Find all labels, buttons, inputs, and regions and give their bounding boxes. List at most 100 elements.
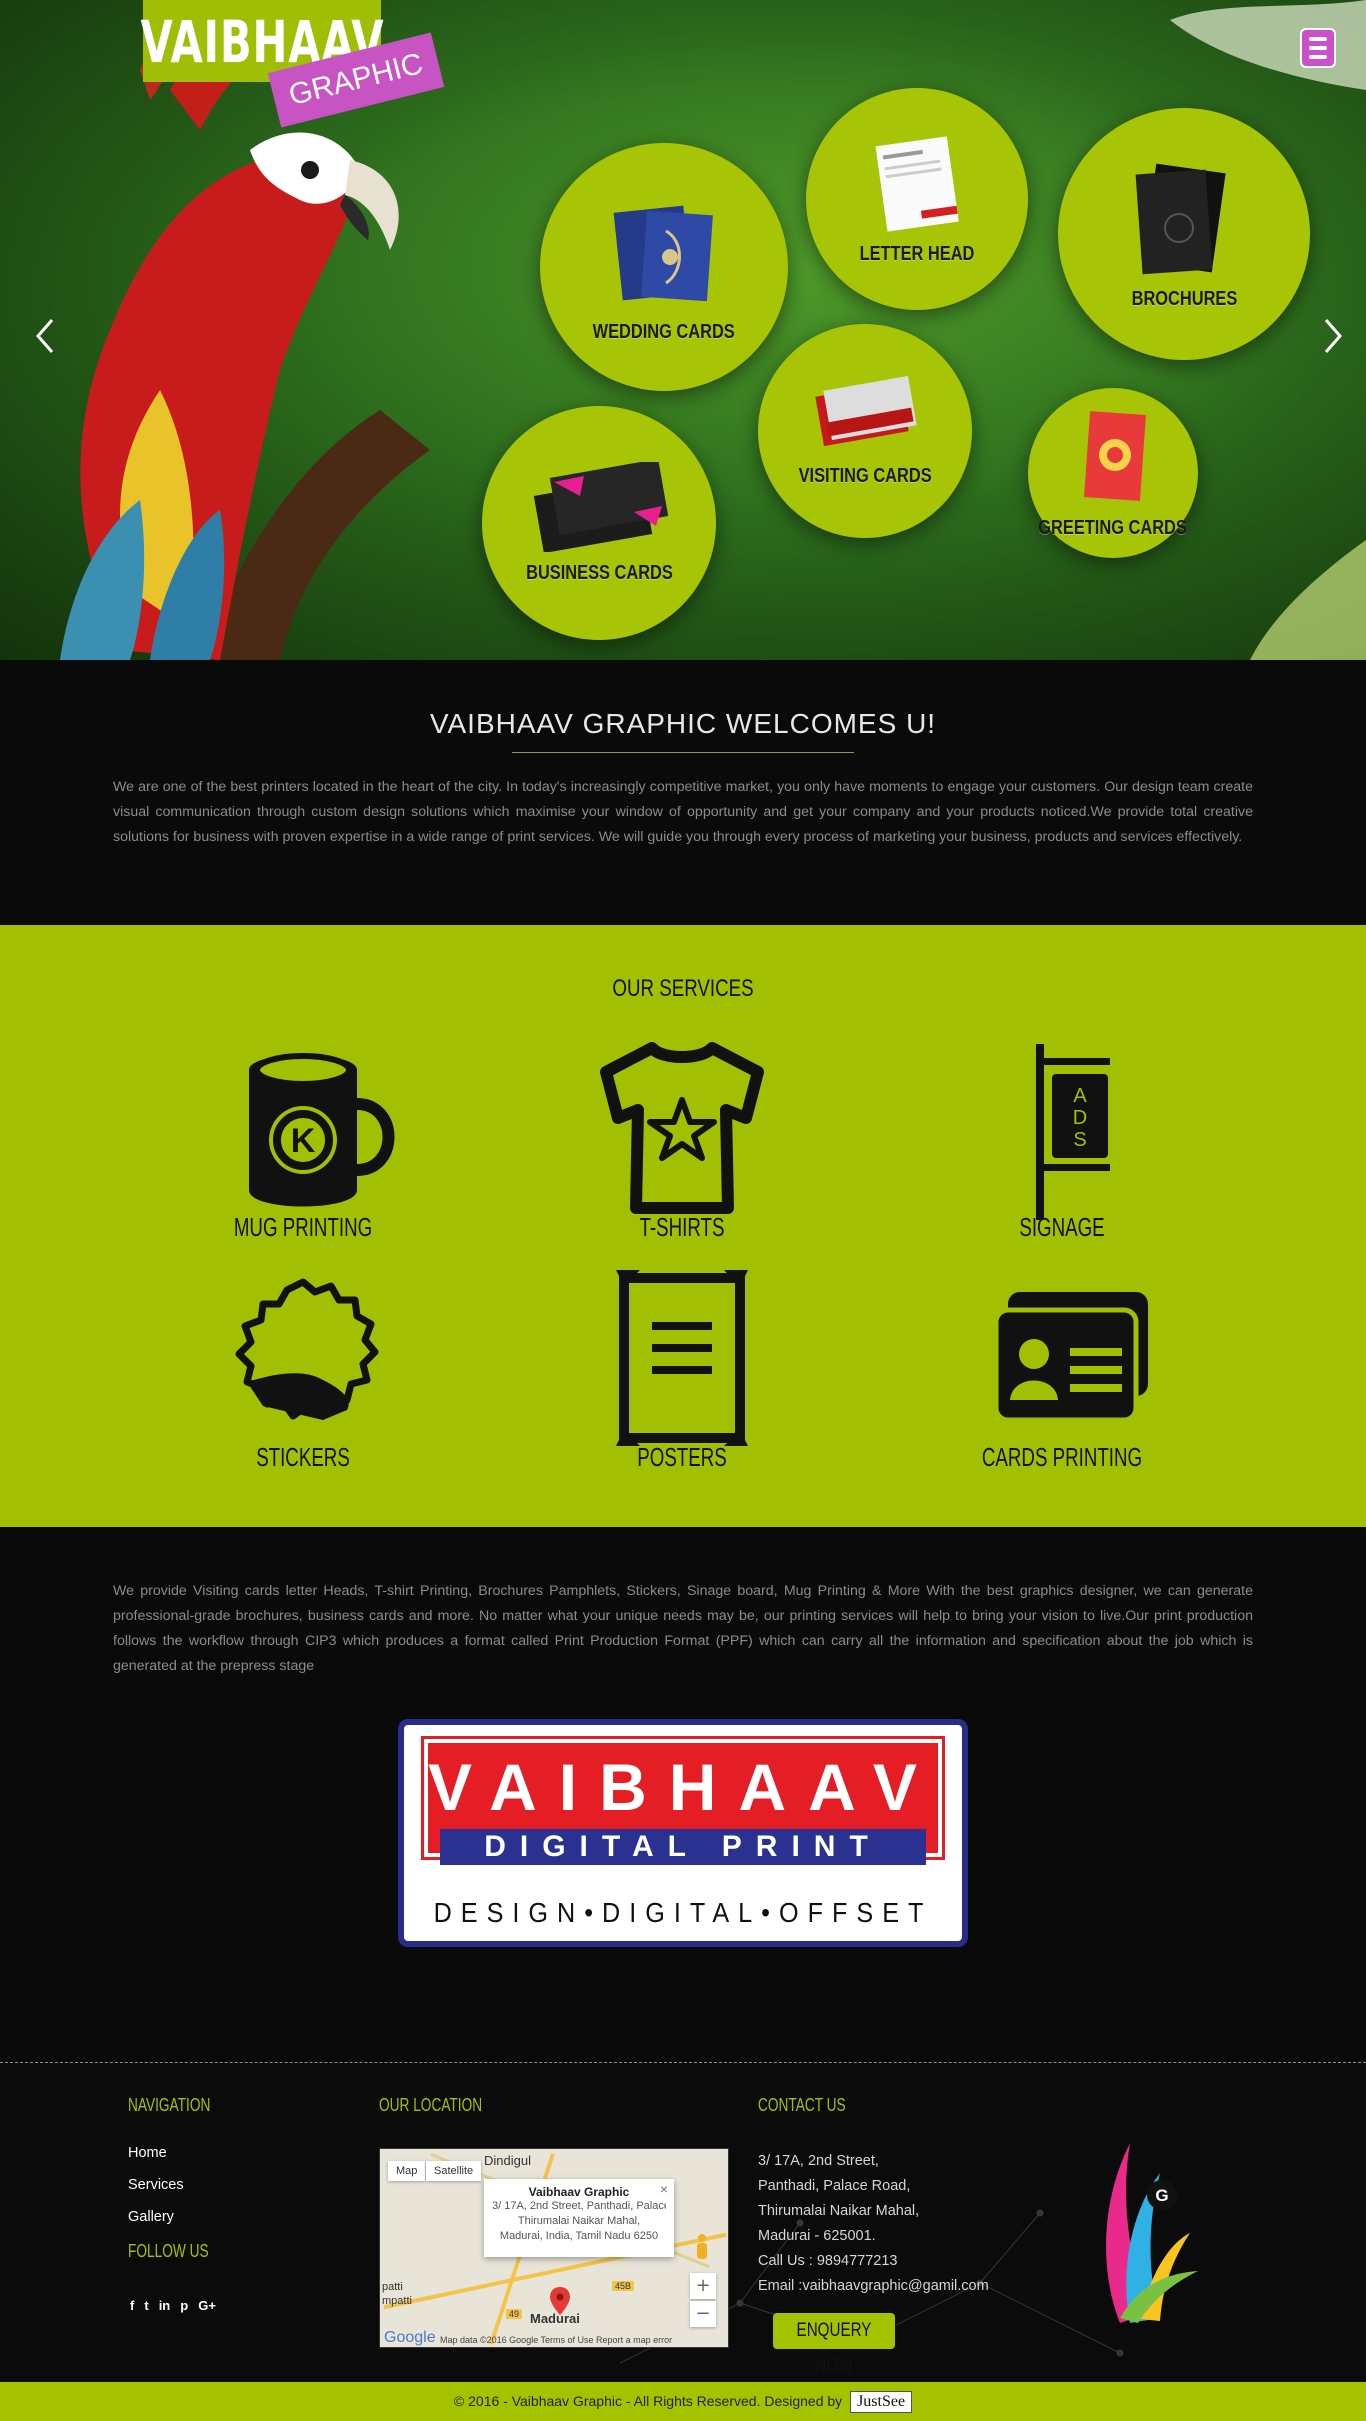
g-logo-letter: G xyxy=(1155,2186,1168,2205)
contact-line: Thirumalai Naikar Mahal, xyxy=(758,2203,920,2219)
map-place-address: Madurai, India, Tamil Nadu 6250 xyxy=(499,2230,659,2242)
facebook-icon[interactable]: f xyxy=(130,2298,134,2313)
map-town: patti xyxy=(382,2281,403,2293)
sign-letter-d: D xyxy=(1073,1107,1087,1129)
sticker-icon xyxy=(235,1278,379,1420)
map-town: mpatti xyxy=(382,2295,412,2307)
g-feather-logo: G xyxy=(1106,2143,1198,2323)
service-cards-printing[interactable]: CARDS PRINTING xyxy=(932,1270,1192,1473)
wedding-card-image xyxy=(613,205,713,301)
id-card-icon xyxy=(993,1292,1148,1423)
google-logo: Google xyxy=(384,2329,436,2346)
contact-phone: Call Us : 9894777213 xyxy=(758,2253,898,2269)
page: VAIBHAAV GRAPHIC WEDDING CARDS LETTER HE… xyxy=(0,0,1366,2421)
social-links: f t in p G+ xyxy=(130,2298,216,2313)
contact-title: CONTACT US xyxy=(758,2095,846,2115)
justsee-designer-link[interactable]: JustSee xyxy=(850,2391,913,2414)
map-zoom-out-button[interactable]: − xyxy=(690,2301,716,2327)
brochure-image xyxy=(1135,163,1226,274)
welcome-text: We are one of the best printers located … xyxy=(113,779,1253,845)
copyright-bar: © 2016 - Vaibhaav Graphic - All Rights R… xyxy=(0,2382,1366,2421)
service-mug-printing[interactable]: K MUG PRINTING xyxy=(173,1040,433,1243)
service-tshirts[interactable]: T-SHIRTS xyxy=(552,1040,812,1243)
map-tab-map[interactable]: Map xyxy=(388,2161,426,2181)
close-icon[interactable]: × xyxy=(660,2181,668,2197)
signage-icon: A D S xyxy=(1036,1044,1110,1220)
map-road-49: 49 xyxy=(506,2309,523,2319)
circle-greeting-cards[interactable]: GREETING CARDS xyxy=(1028,388,1198,558)
service-posters[interactable]: POSTERS xyxy=(552,1270,812,1473)
circle-label: BUSINESS CARDS xyxy=(525,561,673,584)
service-label: CARDS PRINTING xyxy=(981,1442,1143,1472)
contact-email[interactable]: Email :vaibhaavgraphic@gamil.com xyxy=(758,2274,1078,2299)
pinterest-icon[interactable]: p xyxy=(180,2298,188,2313)
twitter-icon[interactable]: t xyxy=(144,2298,148,2313)
service-signage[interactable]: A D S SIGNAGE xyxy=(932,1040,1192,1243)
badge-blue-text: DIGITAL PRINT xyxy=(440,1829,926,1865)
pegman-icon[interactable] xyxy=(694,2233,710,2261)
service-label: T-SHIRTS xyxy=(639,1212,725,1242)
service-label: MUG PRINTING xyxy=(233,1212,373,1242)
circle-label: GREETING CARDS xyxy=(1038,516,1188,539)
about-text: We provide Visiting cards letter Heads, … xyxy=(113,1583,1253,1674)
contact-details: 3/ 17A, 2nd Street, Panthadi, Palace Roa… xyxy=(758,2149,1078,2299)
contact-line: Panthadi, Palace Road, xyxy=(758,2178,911,2194)
service-stickers[interactable]: STICKERS xyxy=(173,1270,433,1473)
enquiry-label: ENQUERY NOW xyxy=(796,2320,872,2377)
hamburger-menu-icon[interactable] xyxy=(1300,28,1336,68)
services-title: OUR SERVICES xyxy=(612,975,754,1002)
map-place-address: Thirumalai Naikar Mahal, xyxy=(517,2215,641,2227)
leaf-decoration xyxy=(1250,540,1366,660)
welcome-section: VAIBHAAV GRAPHIC WELCOMES U! We are one … xyxy=(0,660,1366,925)
contact-line: Madurai - 625001. xyxy=(758,2228,876,2244)
map-zoom-in-button[interactable]: + xyxy=(690,2273,716,2299)
navigation-title: NAVIGATION xyxy=(128,2095,211,2115)
circle-label: BROCHURES xyxy=(1131,287,1237,310)
circle-label: LETTER HEAD xyxy=(859,242,975,265)
services-section: OUR SERVICES K MUG PRINTING T-SHIRTS A D… xyxy=(0,925,1366,1527)
sign-letter-s: S xyxy=(1073,1129,1086,1151)
hero-banner: VAIBHAAV GRAPHIC WEDDING CARDS LETTER HE… xyxy=(0,0,1366,660)
circle-label: VISITING CARDS xyxy=(798,464,932,487)
circle-business-cards[interactable]: BUSINESS CARDS xyxy=(482,406,716,640)
title-divider xyxy=(512,752,854,753)
badge-bottom-text: DESIGN•DIGITAL•OFFSET xyxy=(433,1897,933,1928)
mug-letter: K xyxy=(291,1122,316,1160)
service-label: POSTERS xyxy=(637,1442,727,1472)
letter-head-image xyxy=(875,135,959,232)
poster-icon xyxy=(616,1270,748,1446)
nav-link-home[interactable]: Home xyxy=(128,2145,167,2161)
nav-link-services[interactable]: Services xyxy=(128,2177,184,2193)
parrot-illustration xyxy=(60,30,430,660)
vaibhaav-digital-print-logo: VAIBHAAV DIGITAL PRINT DESIGN•DIGITAL•OF… xyxy=(398,1719,968,1947)
contact-line: 3/ 17A, 2nd Street, xyxy=(758,2153,879,2169)
business-card-image xyxy=(533,461,669,552)
copyright-text: © 2016 - Vaibhaav Graphic - All Rights R… xyxy=(453,2393,843,2409)
chevron-left-icon[interactable] xyxy=(30,316,60,356)
map-pin-icon[interactable] xyxy=(550,2287,570,2315)
google-plus-icon[interactable]: G+ xyxy=(198,2298,216,2313)
circle-letter-head[interactable]: LETTER HEAD xyxy=(806,88,1028,310)
tshirt-icon xyxy=(600,1042,764,1214)
visiting-card-image xyxy=(815,375,917,446)
circle-brochures[interactable]: BROCHURES xyxy=(1058,108,1310,360)
map-credit: Map data ©2016 Google Terms of Use Repor… xyxy=(440,2335,673,2345)
badge-main-text: VAIBHAAV xyxy=(428,1750,939,1824)
chevron-right-icon[interactable] xyxy=(1318,316,1348,356)
map-city-dindigul: Dindigul xyxy=(484,2153,531,2168)
greeting-card-image xyxy=(1084,410,1146,501)
circle-label: WEDDING CARDS xyxy=(592,320,736,343)
nav-link-gallery[interactable]: Gallery xyxy=(128,2209,174,2225)
enquiry-now-button[interactable]: ENQUERY NOW xyxy=(773,2313,895,2377)
location-map[interactable]: Dindigul Madurai patti mpatti 49 45B Map… xyxy=(379,2148,729,2348)
location-title: OUR LOCATION xyxy=(379,2095,483,2115)
linkedin-icon[interactable]: in xyxy=(159,2298,171,2313)
map-tab-satellite[interactable]: Satellite xyxy=(426,2161,482,2181)
service-label: STICKERS xyxy=(256,1442,350,1472)
follow-us-title: FOLLOW US xyxy=(128,2241,209,2261)
footer: NAVIGATION Home Services Gallery FOLLOW … xyxy=(0,2062,1366,2382)
welcome-title: VAIBHAAV GRAPHIC WELCOMES U! xyxy=(429,708,937,739)
circle-wedding-cards[interactable]: WEDDING CARDS xyxy=(540,143,788,391)
map-place-name: Vaibhaav Graphic xyxy=(528,2185,630,2199)
circle-visiting-cards[interactable]: VISITING CARDS xyxy=(758,324,972,538)
